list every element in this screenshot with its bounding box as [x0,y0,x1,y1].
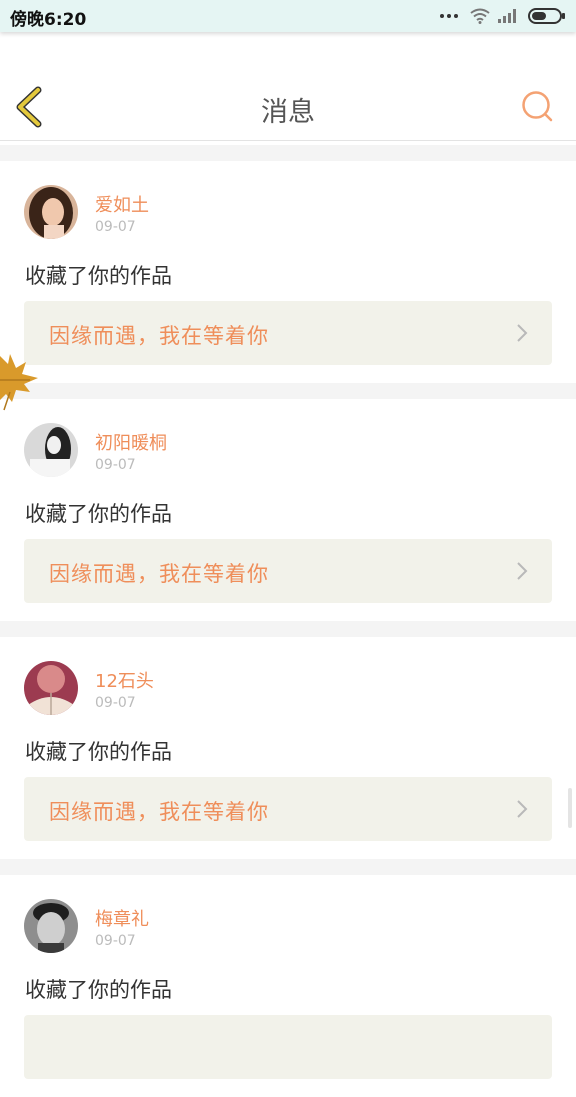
divider [0,383,576,399]
message-card[interactable]: 爱如土 09-07 收藏了你的作品 因缘而遇，我在等着你 [0,161,576,383]
work-title: 因缘而遇，我在等着你 [49,324,269,348]
avatar[interactable] [24,661,78,715]
work-title: 因缘而遇，我在等着你 [49,800,269,824]
message-date: 09-07 [95,695,136,711]
search-button[interactable] [520,89,554,123]
work-link[interactable]: 因缘而遇，我在等着你 [24,301,552,365]
message-text: 收藏了你的作品 [25,978,172,1002]
search-icon [522,91,553,122]
chevron-right-icon [517,562,528,580]
battery-icon [528,8,565,24]
divider [0,621,576,637]
work-link[interactable]: 因缘而遇，我在等着你 [24,539,552,603]
wifi-icon [470,8,490,24]
divider [0,859,576,875]
user-name[interactable]: 初阳暖桐 [95,429,167,455]
user-name[interactable]: 12石头 [95,667,154,693]
message-text: 收藏了你的作品 [25,740,172,764]
more-dots-icon [440,14,458,18]
message-list: 爱如土 09-07 收藏了你的作品 因缘而遇，我在等着你 初阳暖桐 09-07 … [0,145,576,1097]
message-text: 收藏了你的作品 [25,502,172,526]
chevron-right-icon [517,800,528,818]
message-date: 09-07 [95,933,136,949]
message-date: 09-07 [95,219,136,235]
divider [0,145,576,161]
maple-leaf-icon [0,354,38,411]
chevron-right-icon [517,324,528,342]
avatar[interactable] [24,423,78,477]
message-card[interactable]: 12石头 09-07 收藏了你的作品 因缘而遇，我在等着你 [0,637,576,859]
signal-icon [498,9,516,23]
message-text: 收藏了你的作品 [25,264,172,288]
message-date: 09-07 [95,457,136,473]
navigation-header: 消息 [0,74,576,141]
scrollbar[interactable] [568,788,572,828]
work-link[interactable] [24,1015,552,1079]
message-card[interactable]: 初阳暖桐 09-07 收藏了你的作品 因缘而遇，我在等着你 [0,399,576,621]
avatar[interactable] [24,899,78,953]
work-link[interactable]: 因缘而遇，我在等着你 [24,777,552,841]
message-card[interactable]: 梅章礼 09-07 收藏了你的作品 [0,875,576,1097]
user-name[interactable]: 梅章礼 [95,905,149,931]
status-time: 傍晚6:20 [10,10,87,30]
work-title: 因缘而遇，我在等着你 [49,562,269,586]
status-bar: 傍晚6:20 [0,0,576,32]
status-icons [440,7,566,25]
page-title: 消息 [261,97,315,128]
avatar[interactable] [24,185,78,239]
user-name[interactable]: 爱如土 [95,191,149,217]
